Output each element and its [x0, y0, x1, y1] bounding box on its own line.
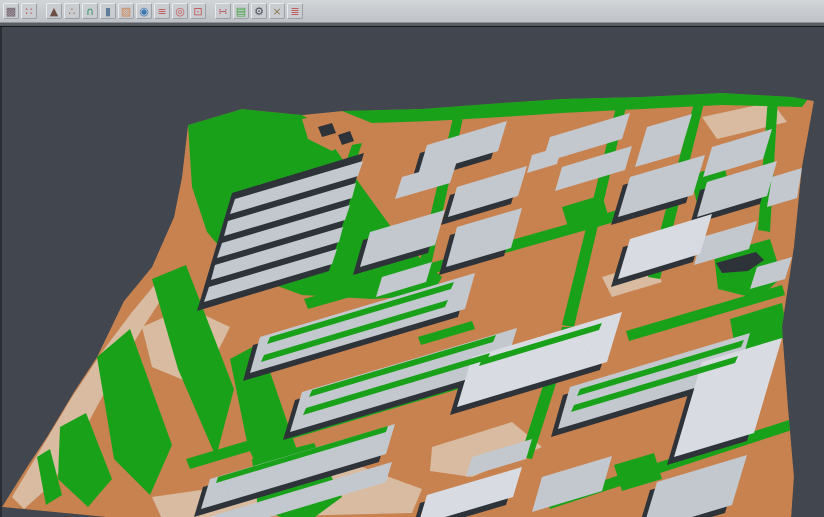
- ground-tile-icon: ▨: [121, 6, 131, 17]
- scatter-points-button[interactable]: ∷: [21, 3, 37, 19]
- application-window: ▩ ∷ ▲ ∴ ∩ ▮ ▨ ◉ ≡ ◎ ⊡ ∺ ▤ ⚙ × ≣: [0, 0, 824, 517]
- ground-points-icon: ∴: [69, 6, 76, 17]
- point-cloud-render: [2, 27, 824, 517]
- red-layers-button[interactable]: ≣: [287, 3, 303, 19]
- cross-marker-icon: ×: [272, 6, 281, 17]
- pillar-icon: ▮: [105, 6, 111, 17]
- point-cluster-icon: ▩: [6, 6, 16, 17]
- mountain-icon: ▲: [50, 6, 58, 17]
- classification-map-button[interactable]: ▤: [233, 3, 249, 19]
- ground-tile-button[interactable]: ▨: [118, 3, 134, 19]
- globe-button[interactable]: ◉: [136, 3, 152, 19]
- corner-points-icon: ∺: [218, 6, 227, 17]
- toolbar-separator: [39, 3, 44, 19]
- classification-map-icon: ▤: [236, 6, 246, 17]
- point-cluster-button[interactable]: ▩: [3, 3, 19, 19]
- gear-icon: ⚙: [254, 6, 264, 17]
- scatter-points-icon: ∷: [26, 6, 33, 17]
- hill-icon: ∩: [86, 6, 94, 17]
- toolbar-separator: [208, 3, 213, 19]
- red-list-icon: ≡: [157, 6, 166, 17]
- 3d-viewport[interactable]: [0, 27, 824, 517]
- crop-frame-icon: ⊡: [193, 6, 202, 17]
- toolbar-group-1: ▩ ∷: [3, 3, 37, 19]
- cross-marker-button[interactable]: ×: [269, 3, 285, 19]
- main-toolbar: ▩ ∷ ▲ ∴ ∩ ▮ ▨ ◉ ≡ ◎ ⊡ ∺ ▤ ⚙ × ≣: [0, 0, 824, 23]
- circle-tool-button[interactable]: ◎: [172, 3, 188, 19]
- red-layers-icon: ≣: [290, 6, 299, 17]
- ground-points-button[interactable]: ∴: [64, 3, 80, 19]
- toolbar-group-2: ▲ ∴ ∩ ▮ ▨ ◉ ≡ ◎ ⊡: [46, 3, 206, 19]
- gear-button[interactable]: ⚙: [251, 3, 267, 19]
- crop-frame-button[interactable]: ⊡: [190, 3, 206, 19]
- circle-tool-icon: ◎: [175, 6, 185, 17]
- hill-button[interactable]: ∩: [82, 3, 98, 19]
- pillar-button[interactable]: ▮: [100, 3, 116, 19]
- corner-points-button[interactable]: ∺: [215, 3, 231, 19]
- globe-icon: ◉: [139, 6, 149, 17]
- toolbar-group-3: ∺ ▤ ⚙ × ≣: [215, 3, 303, 19]
- mountain-button[interactable]: ▲: [46, 3, 62, 19]
- red-list-button[interactable]: ≡: [154, 3, 170, 19]
